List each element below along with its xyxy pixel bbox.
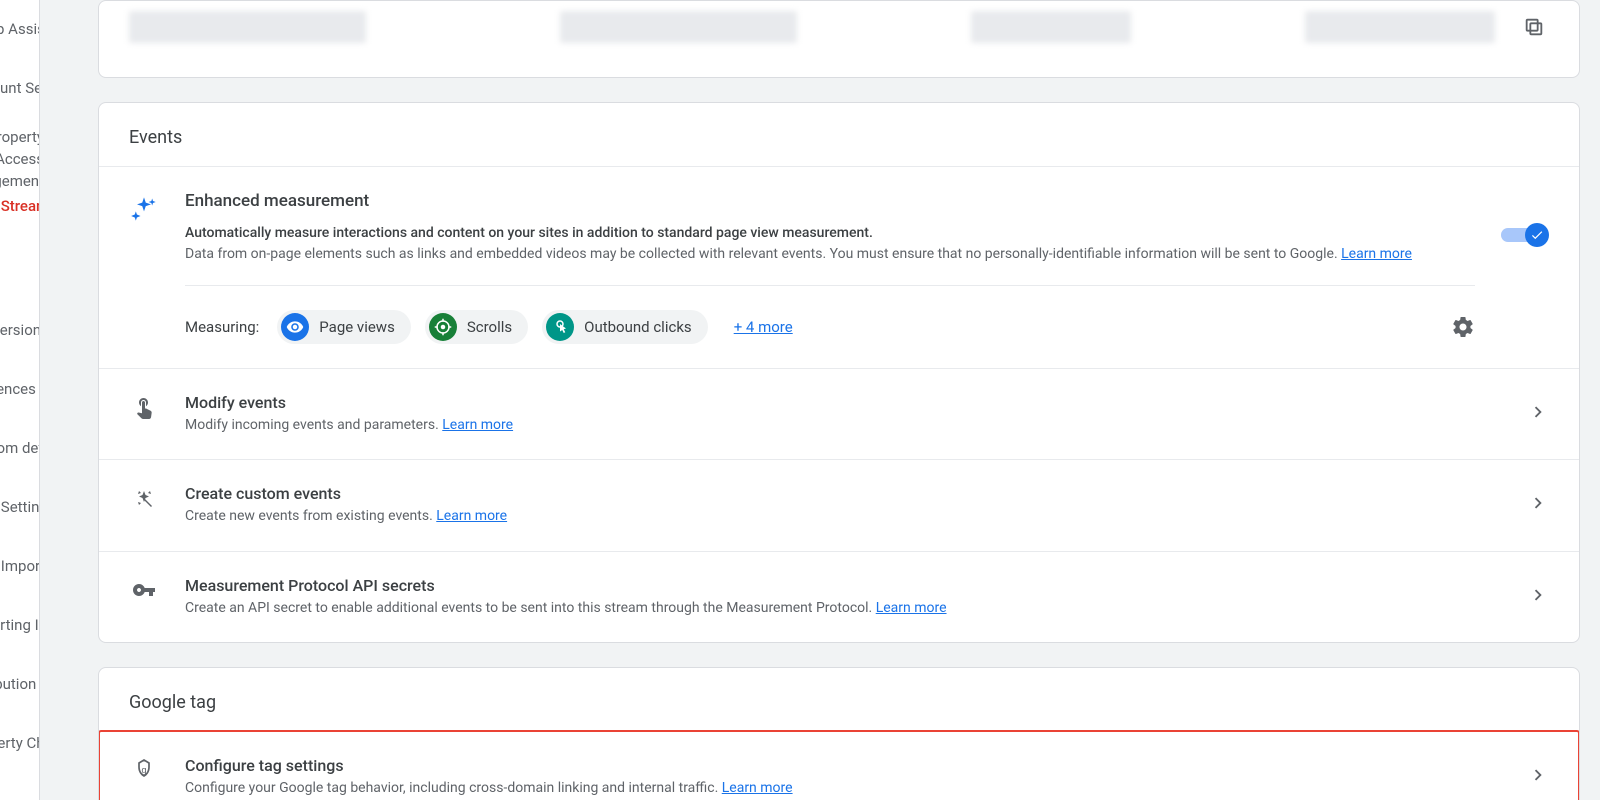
google-tag-header: Google tag xyxy=(99,668,1579,731)
learn-more-link[interactable]: Learn more xyxy=(1341,246,1412,262)
measurement-chip-outbound-clicks: Outbound clicks xyxy=(542,310,708,344)
sidebar-item-assistant[interactable]: Setup Assistant xyxy=(0,0,39,59)
enhanced-measurement-toggle[interactable] xyxy=(1501,223,1549,247)
measurement-chip-scrolls: Scrolls xyxy=(425,310,528,344)
create-events-row[interactable]: Create custom events Create new events fr… xyxy=(99,459,1579,550)
configure-tag-desc: Configure your Google tag behavior, incl… xyxy=(185,780,722,796)
learn-more-link[interactable]: Learn more xyxy=(436,508,507,524)
stream-details-card xyxy=(98,0,1580,78)
more-measurements-link[interactable]: + 4 more xyxy=(734,318,793,336)
learn-more-link[interactable]: Learn more xyxy=(722,780,793,796)
configure-tag-settings-row[interactable]: g Configure tag settings Configure your … xyxy=(99,731,1579,800)
sidebar-item-data-settings[interactable]: Data Settings xyxy=(0,478,39,537)
measuring-label: Measuring: xyxy=(185,318,259,336)
chevron-right-icon xyxy=(1527,576,1549,606)
sparkle-icon xyxy=(129,191,159,223)
tag-icon: g xyxy=(129,756,159,782)
sidebar-item-import[interactable]: Data Import xyxy=(0,537,39,596)
learn-more-link[interactable]: Learn more xyxy=(442,417,513,433)
click-icon xyxy=(546,313,574,341)
eye-icon xyxy=(281,313,309,341)
sidebar-item-definitions[interactable]: Custom definitions xyxy=(0,419,39,478)
secrets-events-row[interactable]: Measurement Protocol API secrets Create a… xyxy=(99,551,1579,642)
events-card: Events Enhanced measurement Automaticall… xyxy=(98,102,1580,643)
admin-sidebar: Setup AssistantAccount SettingsProperty … xyxy=(0,0,40,800)
modify-title: Modify events xyxy=(185,393,1501,412)
copy-icon[interactable] xyxy=(1519,12,1549,42)
sidebar-item-attrib[interactable]: Attribution Settings xyxy=(0,655,39,714)
create-desc: Create new events from existing events. xyxy=(185,508,436,524)
redacted-field xyxy=(1305,11,1495,43)
target-icon xyxy=(429,313,457,341)
gear-icon[interactable] xyxy=(1451,315,1475,339)
sidebar-item-identity[interactable]: Reporting Identity xyxy=(0,596,39,655)
redacted-field xyxy=(560,11,797,43)
main-scroll-area[interactable]: Events Enhanced measurement Automaticall… xyxy=(40,0,1600,800)
create-title: Create custom events xyxy=(185,484,1501,503)
configure-tag-title: Configure tag settings xyxy=(185,756,1501,775)
touch-icon xyxy=(129,393,159,419)
events-header: Events xyxy=(99,103,1579,166)
enhanced-measurement-desc: Data from on-page elements such as links… xyxy=(185,246,1341,262)
chevron-right-icon xyxy=(1527,756,1549,786)
secrets-desc: Create an API secret to enable additiona… xyxy=(185,600,876,616)
svg-text:g: g xyxy=(141,765,146,775)
enhanced-measurement-bold: Automatically measure interactions and c… xyxy=(185,225,873,241)
enhanced-measurement-title: Enhanced measurement xyxy=(185,191,1475,211)
sidebar-item-audiences[interactable]: Audiences xyxy=(0,360,39,419)
measuring-row: Measuring: Page views Scrolls Outbound cli… xyxy=(185,285,1475,350)
sidebar-item-change[interactable]: Property Change xyxy=(0,714,39,773)
sidebar-item-conversions[interactable]: Conversions xyxy=(0,301,39,360)
modify-desc: Modify incoming events and parameters. xyxy=(185,417,442,433)
secrets-title: Measurement Protocol API secrets xyxy=(185,576,1501,595)
redacted-field xyxy=(971,11,1131,43)
chevron-right-icon xyxy=(1527,484,1549,514)
sidebar-item-access[interactable]: Property Access Management xyxy=(0,118,40,177)
modify-events-row[interactable]: Modify events Modify incoming events and … xyxy=(99,368,1579,459)
sidebar-item-settings[interactable]: Account Settings xyxy=(0,59,39,118)
google-tag-card: Google tag g Configure tag settings Conf… xyxy=(98,667,1580,800)
redacted-field xyxy=(129,11,366,43)
enhanced-measurement-row: Enhanced measurement Automatically measu… xyxy=(99,166,1579,368)
spark-icon xyxy=(129,484,159,510)
key-icon xyxy=(129,576,159,602)
measurement-chip-page-views: Page views xyxy=(277,310,411,344)
chevron-right-icon xyxy=(1527,393,1549,423)
learn-more-link[interactable]: Learn more xyxy=(876,600,947,616)
